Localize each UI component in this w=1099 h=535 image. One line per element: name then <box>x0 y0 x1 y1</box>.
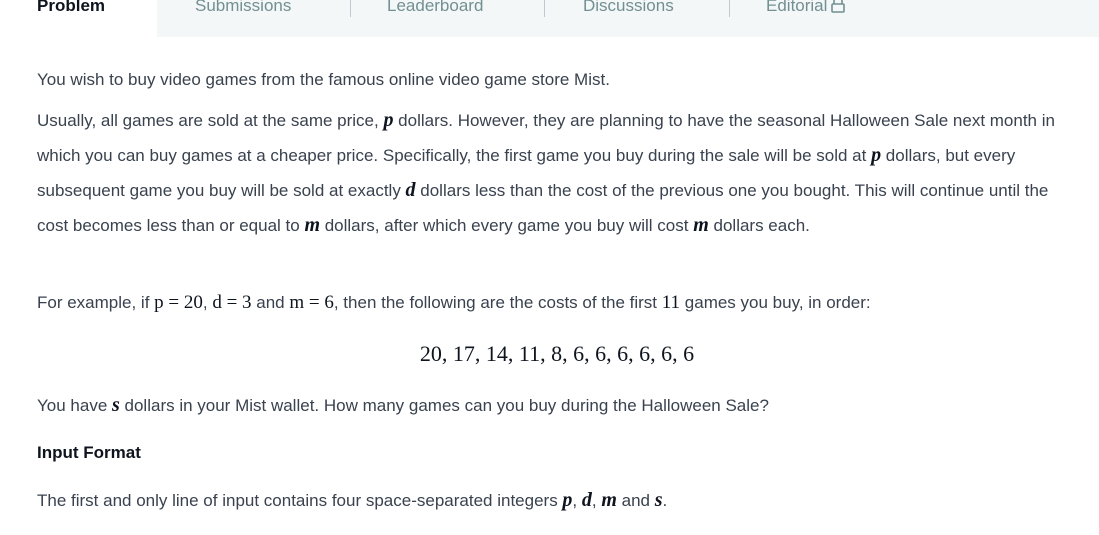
problem-tabs: Problem Submissions Leaderboard Discussi… <box>0 0 1099 37</box>
paragraph-input-format: The first and only line of input contain… <box>37 483 1077 518</box>
text: You have <box>37 396 112 415</box>
math-count: 11 <box>661 292 681 313</box>
tab-editorial[interactable]: Editorial <box>766 0 846 18</box>
cost-sequence: 20, 17, 14, 11, 8, 6, 6, 6, 6, 6, 6 <box>419 341 695 366</box>
text: Usually, all games are sold at the same … <box>37 111 384 130</box>
paragraph-intro: You wish to buy video games from the fam… <box>37 70 610 89</box>
var-p: p <box>871 144 882 166</box>
var-d: d <box>581 489 592 511</box>
tab-strip: Submissions Leaderboard Discussions Edit… <box>157 0 1099 37</box>
tab-divider <box>544 0 545 17</box>
var-m: m <box>304 214 320 236</box>
tab-submissions[interactable]: Submissions <box>195 0 291 16</box>
tab-editorial-label: Editorial <box>766 0 828 15</box>
paragraph-pricing: Usually, all games are sold at the same … <box>37 103 1077 243</box>
tab-divider <box>729 0 730 17</box>
text: For example, if <box>37 293 155 312</box>
text: games you buy, in order: <box>680 293 871 312</box>
tab-leaderboard[interactable]: Leaderboard <box>387 0 483 16</box>
text: , <box>202 293 213 312</box>
var-s: s <box>112 394 120 416</box>
tab-discussions[interactable]: Discussions <box>583 0 674 16</box>
lock-icon <box>830 0 846 18</box>
paragraph-wallet: You have s dollars in your Mist wallet. … <box>37 388 1077 423</box>
var-m: m <box>693 214 709 236</box>
var-s: s <box>654 489 663 511</box>
text: The first and only line of input contain… <box>37 491 563 510</box>
text: , then the following are the costs of th… <box>333 293 662 312</box>
var-d: d <box>405 179 416 201</box>
text: and <box>616 491 655 510</box>
text: dollars, after which every game you buy … <box>320 216 694 235</box>
text: , <box>572 491 582 510</box>
math-d-equals: d = 3 <box>212 292 252 313</box>
text: , <box>591 491 602 510</box>
tab-problem[interactable]: Problem <box>0 0 157 37</box>
text: and <box>251 293 290 312</box>
math-p-equals: p = 20 <box>154 292 203 313</box>
var-p: p <box>562 489 573 511</box>
var-m: m <box>601 489 617 511</box>
text: dollars in your Mist wallet. How many ga… <box>119 396 769 415</box>
text: . <box>662 491 668 510</box>
math-m-equals: m = 6 <box>289 292 334 313</box>
input-format-heading: Input Format <box>37 443 141 462</box>
text: dollars each. <box>708 216 810 235</box>
var-p: p <box>383 109 394 131</box>
paragraph-example: For example, if p = 20, d = 3 and m = 6,… <box>37 285 1077 320</box>
tab-problem-label: Problem <box>37 0 106 15</box>
tab-divider <box>350 0 351 17</box>
